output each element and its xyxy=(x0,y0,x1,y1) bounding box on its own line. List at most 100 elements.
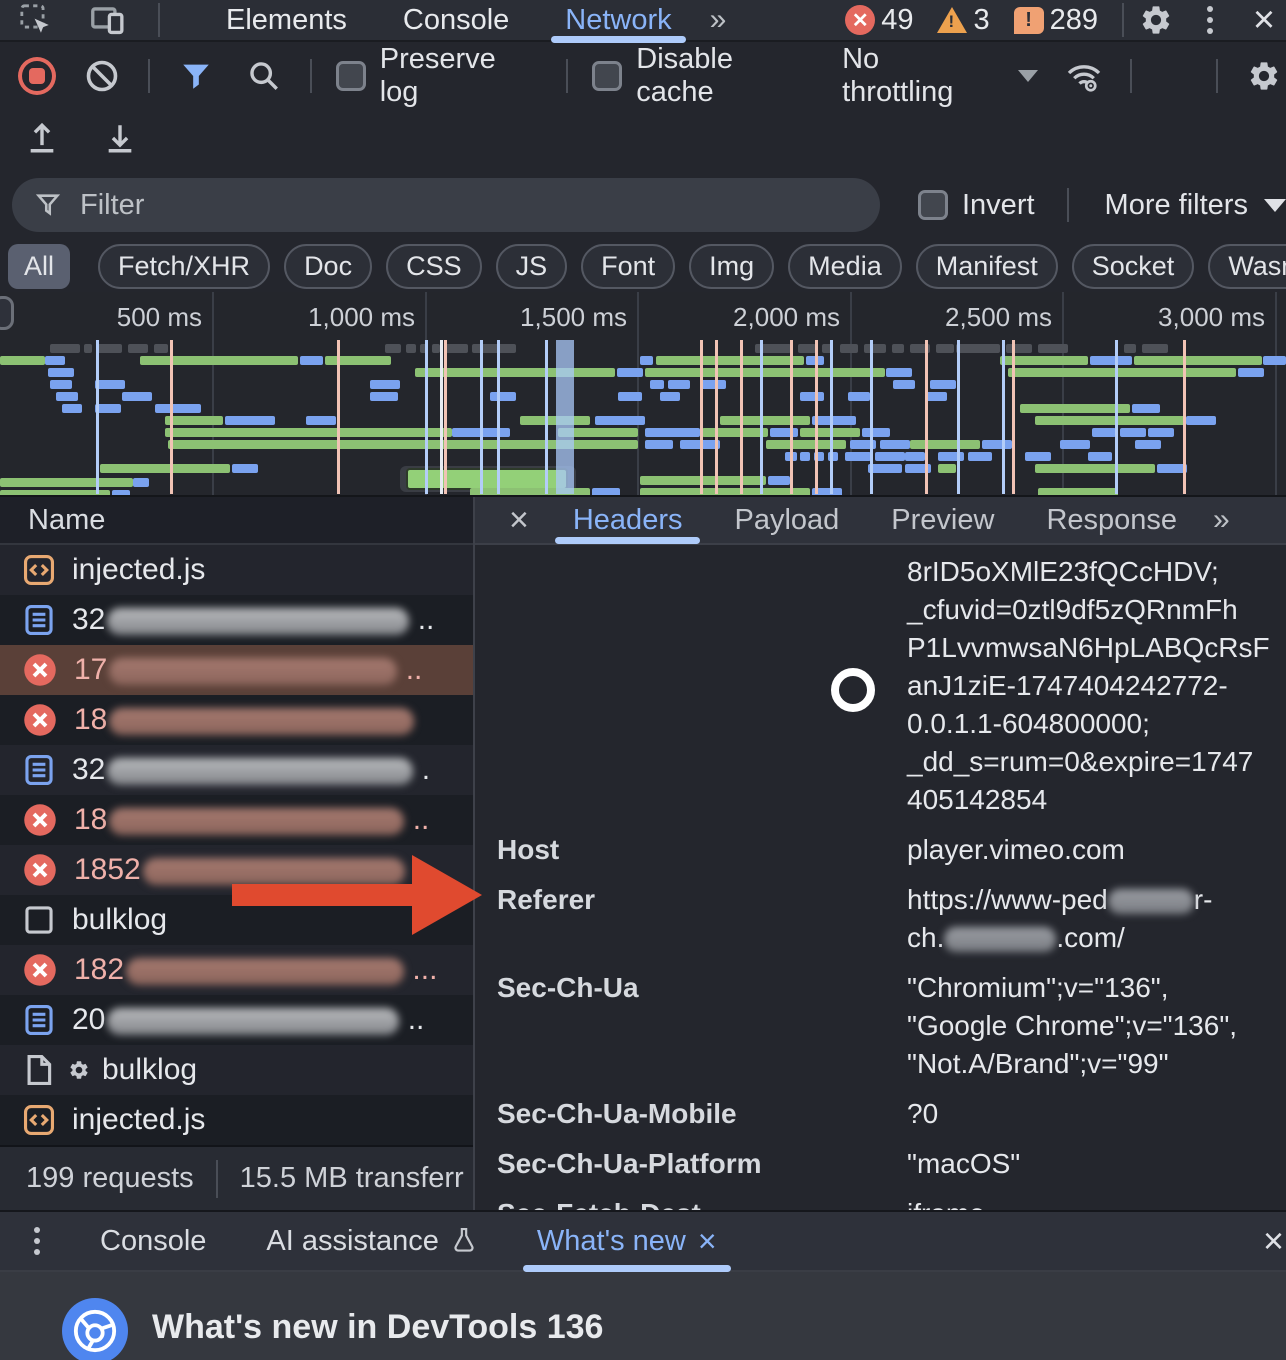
details-tab-preview[interactable]: Preview xyxy=(865,497,1020,544)
timeline-tick-label: 2,500 ms xyxy=(892,302,1052,333)
waterfall-bar xyxy=(408,470,566,488)
disable-cache-checkbox[interactable]: Disable cache xyxy=(592,43,818,109)
request-name: 32 .. xyxy=(72,603,434,637)
document-file-icon xyxy=(22,1003,56,1037)
waterfall-bar xyxy=(886,368,912,377)
request-row[interactable]: bulklog xyxy=(0,1045,473,1095)
waterfall-bar xyxy=(845,452,871,461)
waterfall-bar xyxy=(982,440,1012,449)
network-conditions-icon[interactable] xyxy=(1062,55,1106,97)
clear-network-log-icon[interactable] xyxy=(80,55,124,97)
throttling-value: No throttling xyxy=(842,43,998,109)
type-filter-css[interactable]: CSS xyxy=(386,244,482,289)
network-settings-gear-icon[interactable] xyxy=(1242,55,1286,97)
waterfall-bar xyxy=(432,344,440,353)
whats-new-panel: What's new in DevTools 136 xyxy=(0,1272,1286,1360)
invert-checkbox[interactable]: Invert xyxy=(918,189,1035,222)
more-filters-dropdown[interactable]: More filters xyxy=(1105,189,1286,222)
drawer-tab-what-s-new[interactable]: What's new× xyxy=(507,1210,747,1272)
import-har-icon[interactable] xyxy=(20,117,64,159)
type-filter-img[interactable]: Img xyxy=(689,244,774,289)
request-row[interactable]: 32 . xyxy=(0,745,473,795)
filter-input-wrapper[interactable] xyxy=(12,178,880,232)
issues-badge[interactable]: !289 xyxy=(1014,4,1098,37)
waterfall-bar xyxy=(1060,440,1090,449)
search-icon[interactable] xyxy=(242,55,286,97)
close-details-icon[interactable]: × xyxy=(505,501,547,540)
network-overview-timeline[interactable]: 500 ms1,000 ms1,500 ms2,000 ms2,500 ms3,… xyxy=(0,292,1286,497)
tab-console[interactable]: Console xyxy=(375,0,537,41)
record-network-log-button[interactable] xyxy=(18,57,56,95)
inspect-element-icon[interactable] xyxy=(14,0,58,41)
event-marker-line xyxy=(497,340,500,494)
more-detail-tabs-icon[interactable]: » xyxy=(1203,503,1237,537)
waterfall-bar xyxy=(925,392,947,401)
waterfall-bar xyxy=(864,344,886,353)
drawer-tab-ai-assistance[interactable]: AI assistance xyxy=(236,1210,506,1272)
filter-input[interactable] xyxy=(78,188,778,223)
close-devtools-icon[interactable]: × xyxy=(1242,0,1286,41)
checkbox[interactable] xyxy=(336,61,366,91)
type-filter-wasm[interactable]: Wasm xyxy=(1208,244,1286,289)
tab-network[interactable]: Network xyxy=(537,0,699,41)
request-row[interactable]: 18 .. xyxy=(0,795,473,845)
type-filter-socket[interactable]: Socket xyxy=(1072,244,1195,289)
event-marker-line xyxy=(170,340,173,494)
tab-close-icon[interactable]: × xyxy=(698,1223,717,1260)
settings-gear-icon[interactable] xyxy=(1134,0,1178,41)
waterfall-bar xyxy=(938,464,956,473)
request-row[interactable]: 20 .. xyxy=(0,995,473,1045)
error-badge[interactable]: ✕49 xyxy=(845,4,913,37)
type-filter-fetchxhr[interactable]: Fetch/XHR xyxy=(98,244,270,289)
waterfall-bar xyxy=(618,392,642,401)
request-row[interactable]: injected.js xyxy=(0,1095,473,1145)
more-panels-icon[interactable]: » xyxy=(700,3,734,37)
event-marker-line xyxy=(440,340,443,494)
drawer-menu-kebab-icon[interactable] xyxy=(34,1227,40,1255)
request-row[interactable]: 17 .. xyxy=(0,645,473,695)
waterfall-bar xyxy=(645,440,673,449)
type-filter-font[interactable]: Font xyxy=(581,244,675,289)
waterfall-bar xyxy=(1038,344,1068,353)
waterfall-bar xyxy=(812,416,856,425)
type-filter-media[interactable]: Media xyxy=(788,244,902,289)
request-row[interactable]: 32 .. xyxy=(0,595,473,645)
request-row[interactable]: injected.js xyxy=(0,545,473,595)
checkbox[interactable] xyxy=(918,190,948,220)
transferred-size: 15.5 MB transferr xyxy=(240,1162,464,1195)
pending-request-icon xyxy=(22,903,56,937)
event-marker-line xyxy=(337,340,340,494)
header-value: ?0 xyxy=(907,1095,1286,1133)
waterfall-bar xyxy=(905,452,925,461)
throttling-dropdown[interactable]: No throttling xyxy=(842,43,1038,109)
details-tab-response[interactable]: Response xyxy=(1020,497,1203,544)
tab-elements[interactable]: Elements xyxy=(198,0,375,41)
type-filter-js[interactable]: JS xyxy=(496,244,568,289)
drawer-tab-console[interactable]: Console xyxy=(70,1210,236,1272)
type-filter-manifest[interactable]: Manifest xyxy=(916,244,1058,289)
filter-funnel-icon[interactable] xyxy=(174,55,218,97)
request-name: 182 ... xyxy=(74,953,437,987)
header-row: Refererhttps://www-pedr-ch..com/ xyxy=(497,881,1286,957)
checkbox[interactable] xyxy=(592,61,622,91)
divider xyxy=(310,59,312,93)
request-row[interactable]: 182 ... xyxy=(0,945,473,995)
warning-badge[interactable]: !3 xyxy=(937,4,989,37)
event-marker-line xyxy=(444,340,447,494)
name-column-header[interactable]: Name xyxy=(0,497,473,545)
details-tab-payload[interactable]: Payload xyxy=(708,497,865,544)
request-row[interactable]: 18 xyxy=(0,695,473,745)
waterfall-bar xyxy=(490,392,516,401)
type-filter-all[interactable]: All xyxy=(8,244,70,289)
close-drawer-icon[interactable]: × xyxy=(1263,1220,1286,1262)
overview-selection-handle[interactable] xyxy=(0,296,14,330)
preserve-log-checkbox[interactable]: Preserve log xyxy=(336,43,543,109)
waterfall-bar xyxy=(880,440,910,449)
waterfall-bar xyxy=(800,452,810,461)
type-filter-doc[interactable]: Doc xyxy=(284,244,372,289)
device-toolbar-icon[interactable] xyxy=(86,0,130,41)
export-har-icon[interactable] xyxy=(98,117,142,159)
menu-kebab-icon[interactable] xyxy=(1188,0,1232,41)
details-tab-headers[interactable]: Headers xyxy=(547,497,709,544)
waterfall-bar xyxy=(1120,428,1146,437)
